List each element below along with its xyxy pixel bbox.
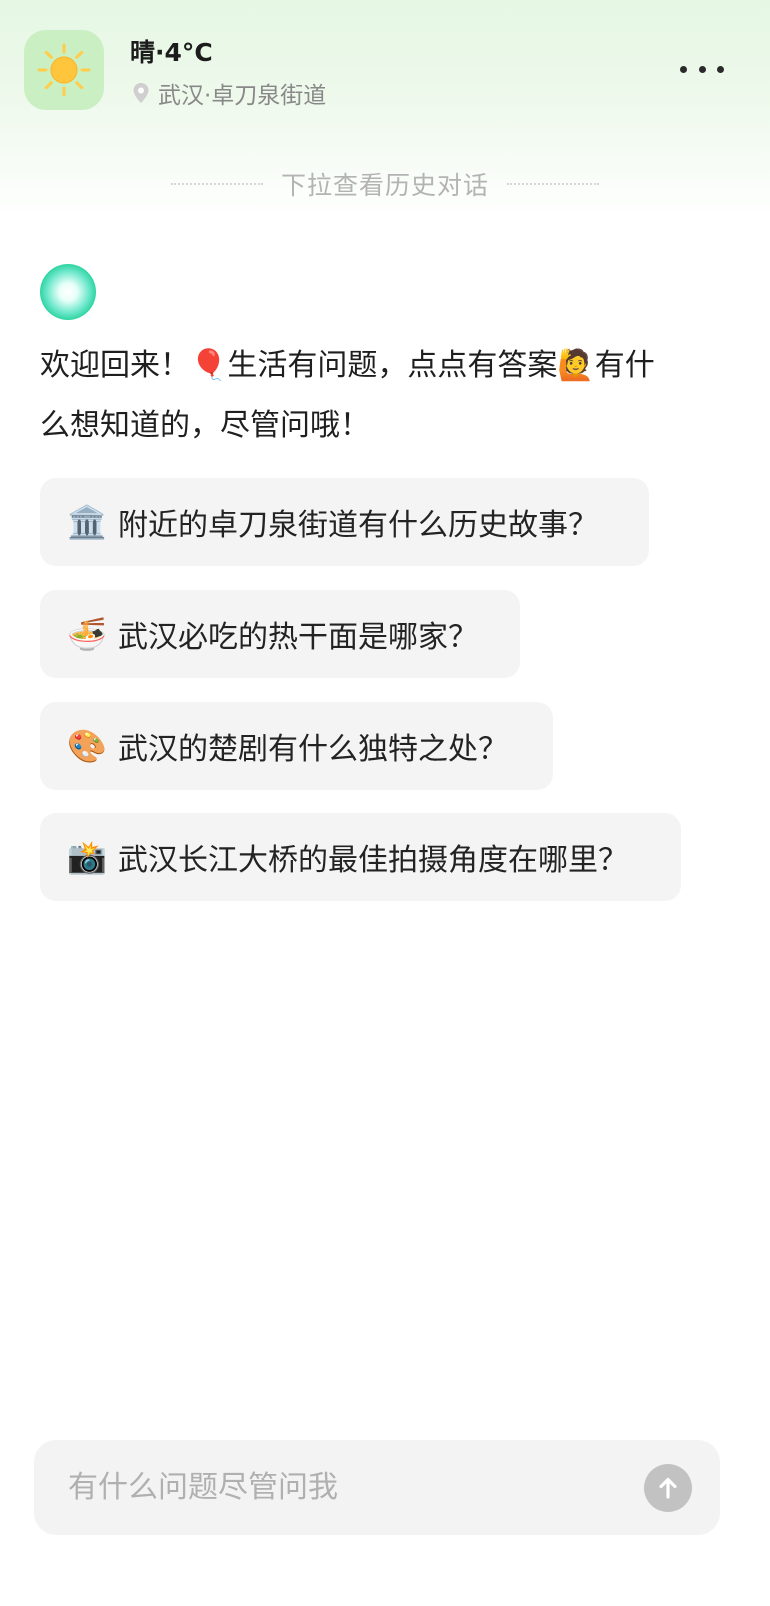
more-dot xyxy=(698,65,706,73)
chat-input[interactable] xyxy=(66,1469,644,1506)
suggestion-chip-opera[interactable]: 🎨 武汉的楚剧有什么独特之处？ xyxy=(40,702,553,790)
suggestion-chip-noodles[interactable]: 🍜 武汉必吃的热干面是哪家？ xyxy=(40,590,520,678)
camera-icon: 📸 xyxy=(67,838,107,876)
history-hint-text: 下拉查看历史对话 xyxy=(280,171,489,200)
palette-icon: 🎨 xyxy=(67,727,107,765)
history-hint-row[interactable]: 下拉查看历史对话 xyxy=(0,166,770,202)
location-text: 武汉·卓刀泉街道 xyxy=(158,83,327,109)
weather-badge[interactable] xyxy=(24,30,104,110)
suggestion-chip-bridge[interactable]: 📸 武汉长江大桥的最佳拍摄角度在哪里？ xyxy=(40,813,681,901)
more-options-button[interactable] xyxy=(680,56,724,82)
suggestion-text: 武汉必吃的热干面是哪家？ xyxy=(118,620,478,655)
divider-left xyxy=(170,183,263,185)
more-dots-icon xyxy=(680,65,687,73)
museum-icon: 🏛️ xyxy=(67,503,107,541)
more-dot xyxy=(717,65,724,73)
chat-input-bar xyxy=(34,1440,720,1535)
welcome-line-1: 欢迎回来！🎈生活有问题，点点有答案🙋有什 xyxy=(40,348,655,383)
location-row[interactable]: 武汉·卓刀泉街道 xyxy=(132,76,326,110)
divider-right xyxy=(507,183,599,185)
header: 晴·4°C 武汉·卓刀泉街道 xyxy=(0,0,770,150)
suggestion-text: 武汉长江大桥的最佳拍摄角度在哪里？ xyxy=(118,843,628,878)
suggestion-chip-history[interactable]: 🏛️ 附近的卓刀泉街道有什么历史故事？ xyxy=(40,478,649,566)
send-button[interactable] xyxy=(644,1463,692,1512)
weather-title: 晴·4°C xyxy=(130,38,213,67)
suggestion-text: 附近的卓刀泉街道有什么历史故事？ xyxy=(118,508,598,543)
welcome-message: 欢迎回来！🎈生活有问题，点点有答案🙋有什 么想知道的，尽管问哦！ xyxy=(40,336,720,456)
send-arrow-icon xyxy=(659,1477,677,1499)
noodles-icon: 🍜 xyxy=(67,615,107,653)
suggestion-text: 武汉的楚剧有什么独特之处？ xyxy=(118,732,508,767)
assistant-orb-icon xyxy=(40,264,96,320)
welcome-line-2: 么想知道的，尽管问哦！ xyxy=(40,408,370,443)
location-pin-icon xyxy=(133,83,149,103)
sun-icon xyxy=(37,43,91,97)
